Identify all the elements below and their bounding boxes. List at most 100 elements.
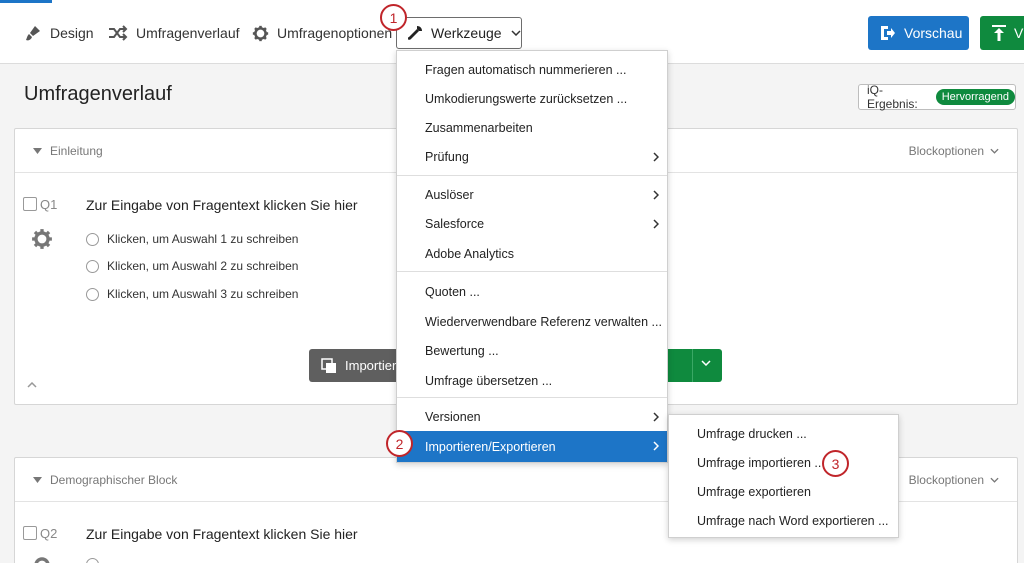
iq-score-label: iQ-Ergebnis: [867,83,918,111]
block-name[interactable]: Demographischer Block [33,473,177,487]
iq-score-badge: Hervorragend [935,89,1015,105]
block-options-button[interactable]: Blockoptionen [909,144,999,158]
preview-label: Vorschau [904,25,963,41]
submenu-item-label: Umfrage importieren ... [697,455,825,470]
chevron-right-icon [653,190,659,200]
question-number: Q1 [40,197,58,212]
tools-menu: Fragen automatisch nummerieren ... Umkod… [396,50,668,463]
menu-item-quotas[interactable]: Quoten ... [397,277,667,306]
submenu-import-survey[interactable]: Umfrage importieren ... [669,448,898,477]
menu-item-reusable-reference[interactable]: Wiederverwendbare Referenz verwalten ... [397,307,667,336]
menu-item-check[interactable]: Prüfung [397,142,667,171]
nav-design[interactable]: Design [24,22,94,44]
active-tab-indicator [0,0,52,3]
preview-icon [881,26,895,40]
tools-label: Werkzeuge [431,25,502,41]
submenu-export-survey[interactable]: Umfrage exportieren [669,477,898,506]
menu-item-label: Wiederverwendbare Referenz verwalten ... [425,314,662,329]
choice-label: Klicken, um Auswahl 3 zu schreiben [107,287,299,301]
button-separator [692,349,693,382]
tools-dropdown-button[interactable]: Werkzeuge [396,17,522,49]
copy-icon [321,357,336,373]
submenu-item-label: Umfrage nach Word exportieren ... [697,513,889,528]
menu-item-import-export[interactable]: Importieren/Exportieren [397,431,667,462]
submenu-export-word[interactable]: Umfrage nach Word exportieren ... [669,506,898,535]
menu-item-label: Salesforce [425,216,485,231]
preview-button[interactable]: Vorschau [868,16,969,50]
page-title: Umfragenverlauf [24,83,172,105]
choice-label: Klicken, um Auswahl 2 zu schreiben [107,259,299,273]
menu-item-scoring[interactable]: Bewertung ... [397,336,667,365]
step-marker-2: 2 [386,430,413,457]
nav-survey-flow-label: Umfragenverlauf [136,25,240,41]
publish-icon [992,25,1006,41]
menu-item-label: Bewertung ... [425,343,499,358]
menu-item-collaborate[interactable]: Zusammenarbeiten [397,113,667,142]
gear-icon [252,25,269,41]
menu-item-versions[interactable]: Versionen [397,402,667,431]
nav-survey-options-label: Umfragenoptionen [277,25,393,41]
menu-item-reset-recode[interactable]: Umkodierungswerte zurücksetzen ... [397,84,667,113]
question-checkbox[interactable] [23,526,37,540]
submenu-item-label: Umfrage drucken ... [697,426,807,441]
radio-button[interactable] [86,232,99,246]
choice-3[interactable]: Klicken, um Auswahl 3 zu schreiben [86,287,298,301]
block-name-label: Einleitung [50,144,103,158]
question-gear-icon[interactable] [31,554,53,563]
menu-separator [397,271,667,272]
submenu-item-label: Umfrage exportieren [697,484,811,499]
menu-separator [397,397,667,398]
choice-label: Klicken, um Auswahl 1 zu schreiben [107,232,299,246]
chevron-down-icon [511,30,521,36]
import-label: Importier [345,358,397,373]
iq-score[interactable]: iQ-Ergebnis: Hervorragend [858,83,1016,111]
collapse-triangle-icon [33,477,42,483]
menu-item-auto-number[interactable]: Fragen automatisch nummerieren ... [397,55,667,84]
menu-item-label: Auslöser [425,187,474,202]
question-text[interactable]: Zur Eingabe von Fragentext klicken Sie h… [86,197,358,213]
menu-item-triggers[interactable]: Auslöser [397,180,667,209]
question-text[interactable]: Zur Eingabe von Fragentext klicken Sie h… [86,526,358,542]
publish-button[interactable]: V [980,16,1024,50]
nav-design-label: Design [50,25,94,41]
chevron-down-icon [990,148,999,154]
wrench-icon [408,26,422,40]
menu-separator [397,175,667,176]
block-name[interactable]: Einleitung [33,144,103,158]
chevron-up-icon[interactable] [27,382,37,388]
step-marker-1: 1 [380,4,407,31]
choice-1[interactable]: Klicken, um Auswahl 1 zu schreiben [86,232,298,246]
block-options-label: Blockoptionen [908,144,984,158]
chevron-right-icon [653,441,659,451]
publish-label: V [1014,25,1024,41]
block-options-button[interactable]: Blockoptionen [909,473,999,487]
import-from-library-button[interactable]: Importier [309,349,409,382]
choice-2[interactable]: Klicken, um Auswahl 2 zu schreiben [86,259,298,273]
menu-item-label: Umkodierungswerte zurücksetzen ... [425,91,628,106]
question-gear-icon[interactable] [31,228,53,250]
menu-item-label: Versionen [425,409,481,424]
chevron-right-icon [653,152,659,162]
question-checkbox[interactable] [23,197,37,211]
menu-item-translate[interactable]: Umfrage übersetzen ... [397,366,667,395]
block-options-label: Blockoptionen [908,473,984,487]
menu-item-label: Zusammenarbeiten [425,120,533,135]
import-export-submenu: Umfrage drucken ... Umfrage importieren … [668,414,899,538]
menu-item-label: Prüfung [425,149,469,164]
nav-survey-options[interactable]: Umfragenoptionen [252,22,392,44]
chevron-down-icon[interactable] [701,360,711,366]
menu-item-salesforce[interactable]: Salesforce [397,209,667,238]
chevron-right-icon [653,219,659,229]
radio-button[interactable] [86,287,99,301]
flow-icon [109,25,128,41]
menu-item-label: Adobe Analytics [425,246,514,261]
menu-item-label: Importieren/Exportieren [425,439,556,454]
block-name-label: Demographischer Block [50,473,178,487]
nav-survey-flow[interactable]: Umfragenverlauf [108,22,240,44]
radio-button[interactable] [86,259,99,273]
menu-item-label: Umfrage übersetzen ... [425,373,553,388]
menu-item-label: Quoten ... [425,284,480,299]
submenu-print-survey[interactable]: Umfrage drucken ... [669,419,898,448]
question-number: Q2 [40,526,58,541]
menu-item-adobe-analytics[interactable]: Adobe Analytics [397,239,667,268]
